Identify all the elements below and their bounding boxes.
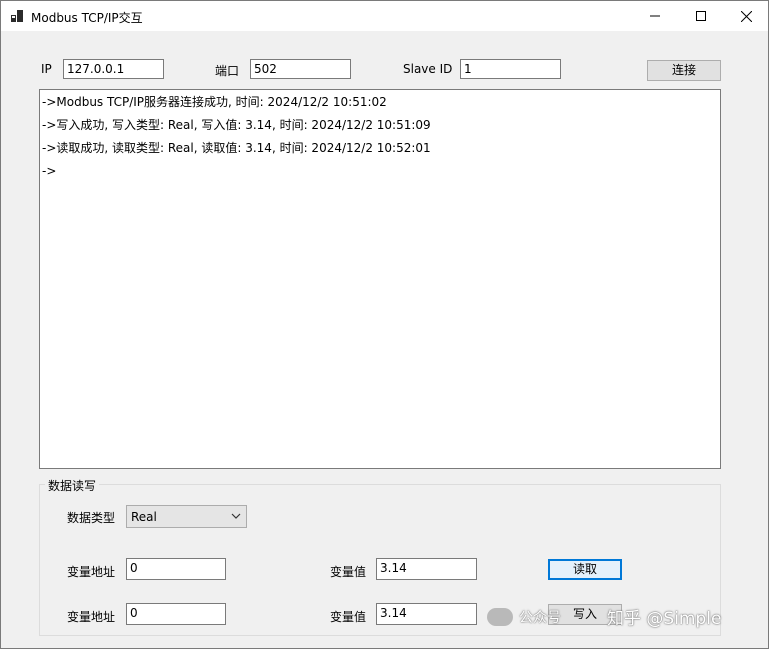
watermark-right-text: 知乎 @Simple <box>607 609 722 629</box>
log-line: ->读取成功, 读取类型: Real, 读取值: 3.14, 时间: 2024/… <box>42 141 431 155</box>
value-label-read: 变量值 <box>330 565 367 579</box>
chevron-down-icon <box>231 513 241 519</box>
address-input-read[interactable]: 0 <box>126 558 226 580</box>
address-label-write: 变量地址 <box>67 610 116 624</box>
value-input-write[interactable]: 3.14 <box>376 603 477 625</box>
log-line: ->Modbus TCP/IP服务器连接成功, 时间: 2024/12/2 10… <box>42 95 387 109</box>
port-input[interactable]: 502 <box>250 59 351 79</box>
log-line: ->写入成功, 写入类型: Real, 写入值: 3.14, 时间: 2024/… <box>42 118 431 132</box>
watermark-left-text: 公众号 <box>519 609 561 626</box>
log-textbox[interactable]: ->Modbus TCP/IP服务器连接成功, 时间: 2024/12/2 10… <box>39 89 721 469</box>
value-label-write: 变量值 <box>330 610 367 624</box>
connect-button[interactable]: 连接 <box>647 60 721 81</box>
maximize-button[interactable] <box>678 1 724 31</box>
port-label: 端口 <box>215 64 240 78</box>
minimize-button[interactable] <box>632 1 678 31</box>
ip-label: IP <box>41 62 52 76</box>
address-label-read: 变量地址 <box>67 565 116 579</box>
value-input-read[interactable]: 3.14 <box>376 558 477 580</box>
wechat-logo-icon <box>487 607 513 626</box>
maximize-icon <box>696 11 706 21</box>
slave-id-label: Slave ID <box>403 62 453 76</box>
log-line: -> <box>42 164 57 178</box>
app-window: Modbus TCP/IP交互 IP 127.0.0.1 端口 502 Slav… <box>0 0 769 649</box>
close-button[interactable] <box>723 1 769 31</box>
window-title: Modbus TCP/IP交互 <box>31 11 143 25</box>
read-button[interactable]: 读取 <box>548 559 622 580</box>
address-input-write[interactable]: 0 <box>126 603 226 625</box>
watermark: 公众号 知乎 @Simple <box>487 604 721 629</box>
group-title: 数据读写 <box>45 477 100 494</box>
slave-id-input[interactable]: 1 <box>460 59 561 79</box>
close-icon <box>740 10 752 22</box>
data-type-label: 数据类型 <box>67 511 116 525</box>
data-type-select[interactable]: Real <box>126 505 247 528</box>
title-bar: Modbus TCP/IP交互 <box>1 1 768 31</box>
minimize-icon <box>650 15 660 17</box>
data-type-value: Real <box>131 510 157 524</box>
app-icon <box>11 10 23 22</box>
ip-input[interactable]: 127.0.0.1 <box>63 59 164 79</box>
